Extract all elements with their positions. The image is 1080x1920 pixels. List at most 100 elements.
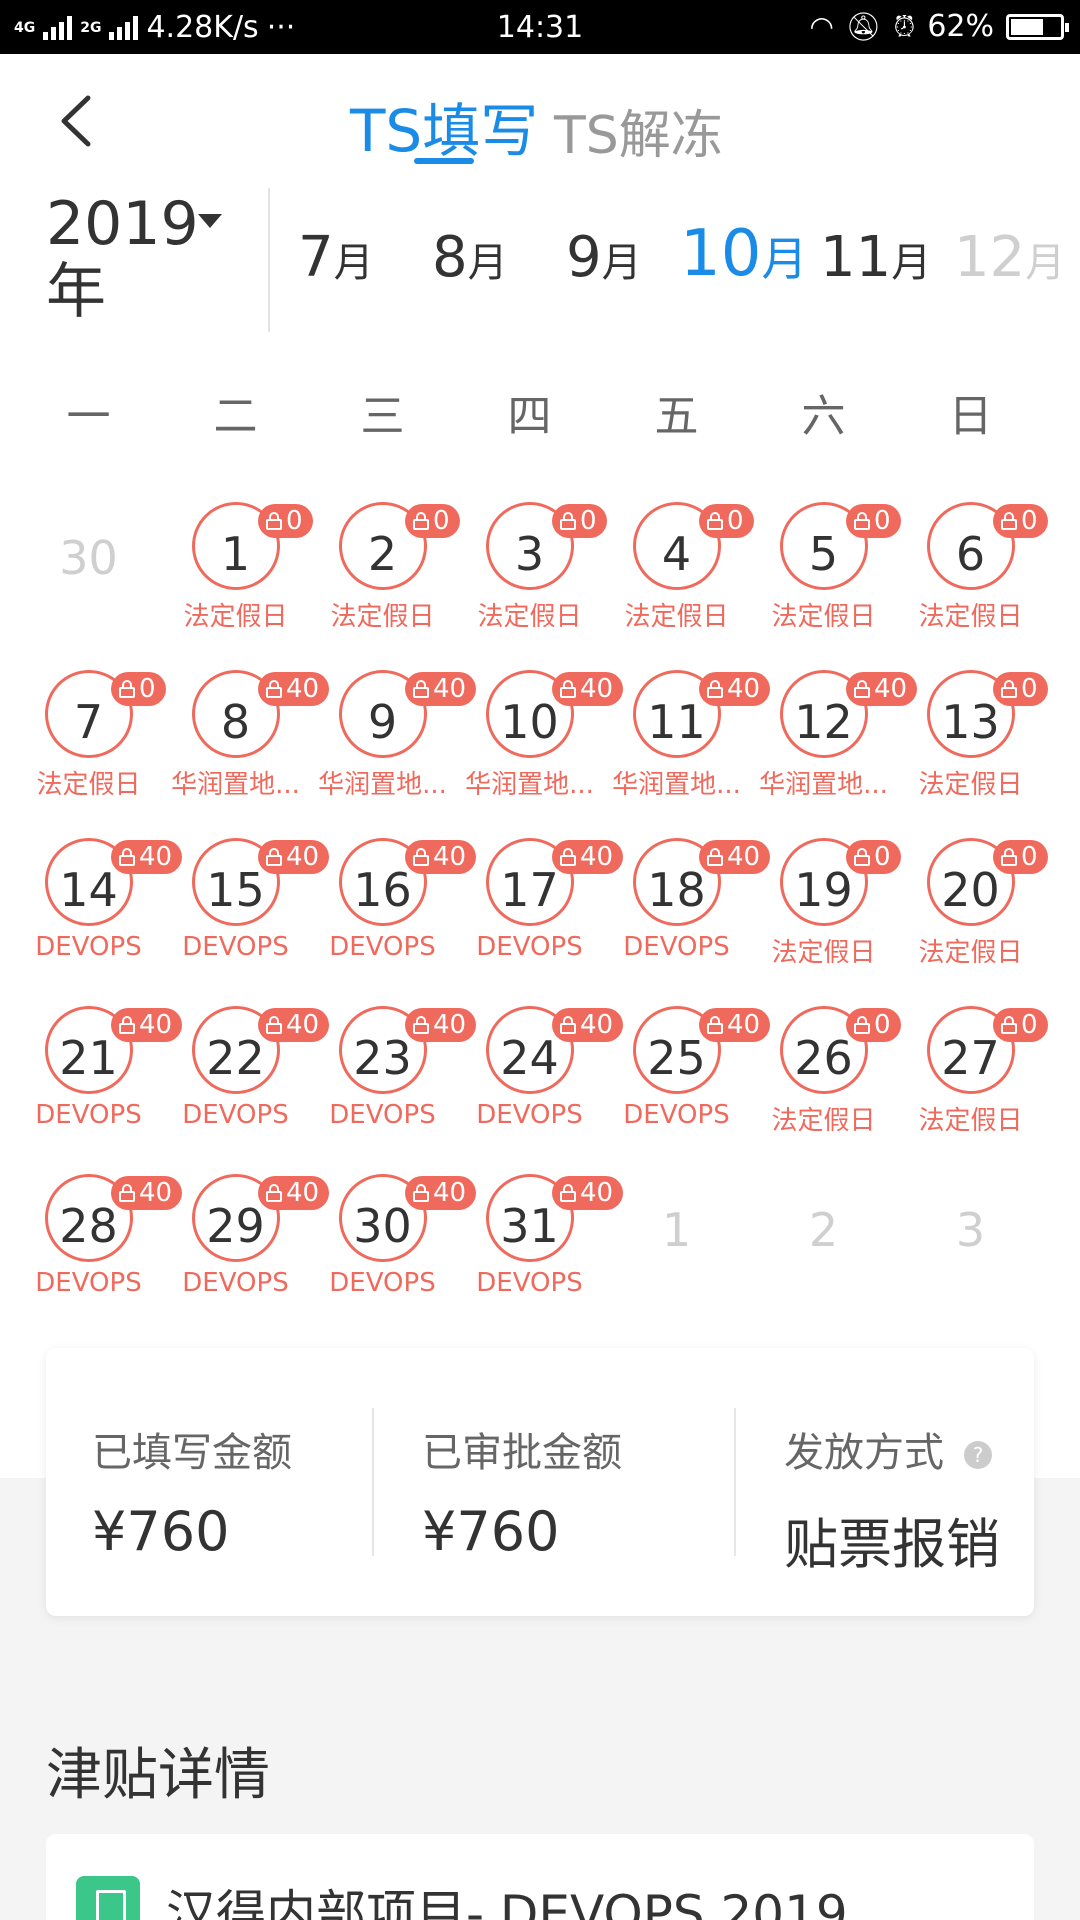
weekday-label: 三 [360,391,405,442]
calendar-day[interactable]: 19 0 法定假日 [750,818,901,986]
tab-ts-unfreeze[interactable]: TS解冻 [554,101,723,171]
calendar-day[interactable]: 30 40 DEVOPS [309,1154,477,1322]
day-label: 法定假日 [918,1106,1023,1136]
day-label: DEVOPS [476,1268,583,1298]
badge-value: 0 [433,506,450,536]
lock-icon [854,848,870,866]
allowance-details-title: 津贴详情 [46,1743,270,1808]
calendar-day[interactable]: 18 40 DEVOPS [603,818,771,986]
calendar-day[interactable]: 22 40 DEVOPS [162,986,330,1154]
lock-icon [854,680,870,698]
calendar-day-outside[interactable]: 3 [897,1154,1044,1322]
calendar-day[interactable]: 1 0 法定假日 [162,482,313,650]
day-label: DEVOPS [182,1268,289,1298]
day-number: 2 [808,1203,839,1257]
lock-icon [266,1184,282,1202]
headset-icon: ◠ [809,10,834,43]
lock-icon [266,512,282,530]
hours-badge: 0 [846,1008,901,1042]
month-item[interactable]: 8月 [432,218,508,303]
day-label: DEVOPS [623,1100,730,1130]
lock-icon [413,680,429,698]
month-item[interactable]: 7月 [298,218,374,303]
lock-icon [413,1184,429,1202]
calendar-day[interactable]: 21 40 DEVOPS [15,986,183,1154]
approved-amount-value: ¥760 [422,1500,560,1563]
day-label: 华润置地... [612,770,741,800]
calendar-day[interactable]: 13 0 法定假日 [897,650,1048,818]
day-label: 法定假日 [771,1106,876,1136]
lock-icon [1001,512,1017,530]
year-selector[interactable]: 2019 年 [46,190,246,326]
lock-icon [854,1016,870,1034]
lock-icon [707,512,723,530]
calendar-day[interactable]: 26 0 法定假日 [750,986,901,1154]
weekday-label: 四 [507,391,552,442]
calendar-day[interactable]: 29 40 DEVOPS [162,1154,330,1322]
calendar-day[interactable]: 9 40 华润置地... [309,650,477,818]
calendar-day[interactable]: 8 40 华润置地... [162,650,330,818]
weekday-label: 日 [948,391,993,442]
calendar-day[interactable]: 25 40 DEVOPS [603,986,771,1154]
badge-value: 0 [874,842,891,872]
bell-muted-icon: 🔕︎ [845,10,882,43]
day-label: DEVOPS [182,1100,289,1130]
calendar-day-outside[interactable]: 30 [15,482,162,650]
calendar-day[interactable]: 5 0 法定假日 [750,482,901,650]
calendar-day[interactable]: 2 0 法定假日 [309,482,460,650]
weekday-label: 五 [654,391,699,442]
day-label: DEVOPS [329,932,436,962]
day-label: DEVOPS [623,932,730,962]
day-label: DEVOPS [35,1268,142,1298]
calendar-day[interactable]: 10 40 华润置地... [456,650,624,818]
day-label: 华润置地... [318,770,447,800]
help-icon[interactable]: ? [964,1441,992,1469]
calendar-day-outside[interactable]: 1 [603,1154,750,1322]
calendar-day[interactable]: 12 40 华润置地... [750,650,918,818]
day-label: 法定假日 [183,602,288,632]
calendar-day[interactable]: 14 40 DEVOPS [15,818,183,986]
allowance-detail-item[interactable]: 汉得内部项目- DEVOPS 2019 [46,1834,1034,1920]
month-item-selected[interactable]: 10月 [680,214,807,299]
tab-ts-fill[interactable]: TS填写 [350,96,538,166]
chevron-left-icon [61,95,91,147]
month-item[interactable]: 9月 [566,218,642,303]
back-button[interactable] [56,94,96,148]
lock-icon [1001,680,1017,698]
hours-badge: 0 [258,504,313,538]
payment-method: 发放方式? 贴票报销 [784,1420,1000,1579]
calendar-day[interactable]: 3 0 法定假日 [456,482,607,650]
month-item[interactable]: 11月 [820,218,931,303]
hours-badge: 0 [993,840,1048,874]
weekday-label: 六 [801,391,846,442]
month-item[interactable]: 12月 [954,218,1065,303]
calendar-day[interactable]: 11 40 华润置地... [603,650,771,818]
calendar-day-outside[interactable]: 2 [750,1154,897,1322]
day-number: 3 [955,1203,986,1257]
calendar-day[interactable]: 6 0 法定假日 [897,482,1048,650]
month-strip[interactable]: 7月 8月 9月 10月 11月 12月 [270,217,1080,298]
badge-value: 0 [1021,506,1038,536]
calendar-day[interactable]: 15 40 DEVOPS [162,818,330,986]
calendar-day[interactable]: 24 40 DEVOPS [456,986,624,1154]
calendar-day[interactable]: 28 40 DEVOPS [15,1154,183,1322]
calendar-day[interactable]: 31 40 DEVOPS [456,1154,624,1322]
lock-icon [1001,848,1017,866]
hours-badge: 0 [699,504,754,538]
caret-down-icon[interactable] [198,214,222,228]
day-label: 华润置地... [759,770,888,800]
calendar-day[interactable]: 4 0 法定假日 [603,482,754,650]
summary-card: 已填写金额 ¥760 已审批金额 ¥760 发放方式? 贴票报销 [46,1348,1034,1616]
day-label: DEVOPS [329,1100,436,1130]
badge-value: 0 [1021,1010,1038,1040]
lock-icon [119,848,135,866]
lock-icon [707,848,723,866]
lock-icon [560,512,576,530]
calendar-day[interactable]: 27 0 法定假日 [897,986,1048,1154]
filled-amount-value: ¥760 [92,1500,230,1563]
calendar-day[interactable]: 7 0 法定假日 [15,650,166,818]
calendar-day[interactable]: 16 40 DEVOPS [309,818,477,986]
calendar-day[interactable]: 23 40 DEVOPS [309,986,477,1154]
calendar-day[interactable]: 20 0 法定假日 [897,818,1048,986]
calendar-day[interactable]: 17 40 DEVOPS [456,818,624,986]
